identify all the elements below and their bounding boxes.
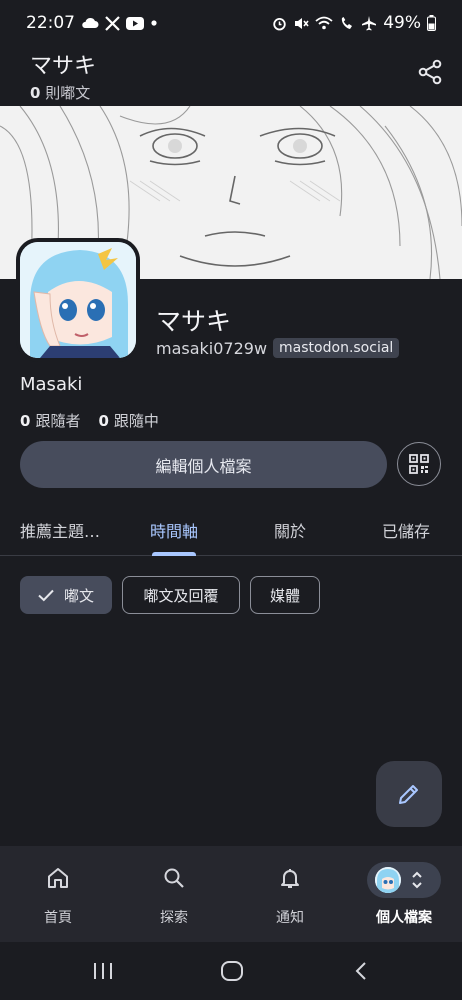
status-bar: 22:07 49% [0,0,462,46]
post-count: 0 則嘟文 [30,82,90,103]
bell-icon [281,869,299,888]
filter-chip-media[interactable]: 媒體 [250,576,320,614]
nav-profile-label: 個人檔案 [376,910,432,926]
mute-icon [295,17,309,29]
youtube-icon [126,16,144,30]
edit-profile-button[interactable]: 編輯個人檔案 [20,441,387,488]
following-count: 0 [98,412,109,430]
wifi-icon [315,16,333,30]
nav-explore[interactable]: 探索 [116,846,232,942]
tab-timeline[interactable]: 時間軸 [150,518,198,542]
following-link[interactable]: 0 跟隨中 [98,410,158,431]
post-count-label: 則嘟文 [40,84,91,102]
filter-chip-posts[interactable]: 嘟文 [20,576,112,614]
qr-code-icon [409,454,429,474]
cloud-icon [82,17,99,28]
battery-percent: 49% [383,13,421,33]
system-navigation-bar [0,942,462,1000]
avatar-image [20,242,136,358]
following-label: 跟隨中 [113,412,159,430]
profile-handle-row: masaki0729w mastodon.social [156,338,400,358]
airplane-icon [362,16,377,31]
profile-tabs: 推薦主題… 時間軸 關於 已儲存 [0,506,462,556]
avatar-illustration [20,242,136,358]
compose-pencil-icon [399,785,418,804]
follow-stats: 0 跟隨者 0 跟隨中 [20,410,159,431]
profile-avatar[interactable] [16,238,140,362]
nav-explore-label: 探索 [160,910,188,926]
account-switcher-pill[interactable] [367,862,441,898]
back-icon[interactable] [354,961,368,981]
profile-bio: Masaki [20,374,83,395]
nav-home-label: 首頁 [44,910,72,926]
dot-icon [151,20,157,26]
x-logo-icon [105,15,120,31]
server-badge[interactable]: mastodon.social [273,338,400,358]
unfold-icon [412,871,422,889]
home-icon [48,868,68,888]
active-tab-indicator [152,552,196,556]
profile-app-bar: マサキ 0 則嘟文 [0,46,462,106]
bottom-navigation: 首頁 探索 通知 個人檔案 [0,846,462,942]
followers-link[interactable]: 0 跟隨者 [20,410,80,431]
nav-notifications[interactable]: 通知 [232,846,348,942]
qr-code-button[interactable] [397,442,441,486]
status-time: 22:07 [26,13,75,33]
wifi-calling-icon [342,16,353,29]
check-icon [38,589,54,601]
share-icon [418,59,442,85]
profile-display-name: マサキ [156,307,232,336]
battery-icon [427,15,436,31]
share-button[interactable] [412,54,448,90]
filter-chip-label: 嘟文 [63,586,94,605]
followers-label: 跟隨者 [35,412,81,430]
tab-about[interactable]: 關於 [274,518,306,542]
profile-handle: masaki0729w [156,338,268,358]
page-title: マサキ [30,54,97,79]
followers-count: 0 [20,412,31,430]
post-count-value: 0 [30,84,41,102]
mini-avatar [375,867,401,893]
nav-profile[interactable]: 個人檔案 [346,846,462,942]
tab-featured-topics[interactable]: 推薦主題… [20,518,100,542]
search-icon [164,868,184,888]
filter-chip-posts-and-replies[interactable]: 嘟文及回覆 [122,576,240,614]
home-circle-icon[interactable] [220,960,244,982]
compose-fab[interactable] [376,761,442,827]
nav-notifications-label: 通知 [276,910,304,926]
tab-saved[interactable]: 已儲存 [382,518,430,542]
nav-home[interactable]: 首頁 [0,846,116,942]
recents-icon[interactable] [92,962,114,980]
alarm-icon [273,17,286,30]
